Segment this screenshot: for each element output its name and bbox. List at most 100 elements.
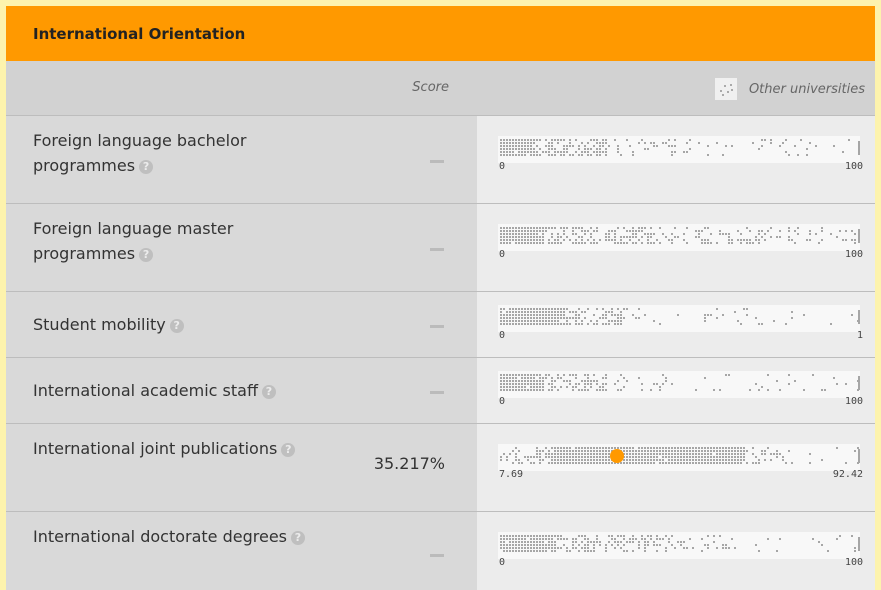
help-icon[interactable]: ? bbox=[291, 531, 305, 545]
university-dot bbox=[653, 320, 655, 322]
distribution-strip[interactable] bbox=[498, 371, 860, 398]
university-dot bbox=[779, 230, 781, 232]
university-dot bbox=[689, 139, 691, 141]
university-dot bbox=[587, 550, 589, 552]
university-dot bbox=[833, 145, 835, 147]
university-dot bbox=[617, 145, 619, 147]
university-dot bbox=[734, 453, 736, 455]
university-dot bbox=[806, 148, 808, 150]
university-dot bbox=[566, 453, 568, 455]
university-dot bbox=[590, 550, 592, 552]
university-dot bbox=[563, 538, 565, 540]
distribution-strip[interactable] bbox=[498, 224, 860, 251]
university-dot bbox=[731, 456, 733, 458]
university-dot bbox=[596, 462, 598, 464]
university-dot bbox=[698, 447, 700, 449]
university-dot bbox=[680, 453, 682, 455]
distribution-strip[interactable] bbox=[498, 532, 860, 559]
university-dot bbox=[623, 308, 625, 310]
university-dot bbox=[695, 456, 697, 458]
help-icon[interactable]: ? bbox=[261, 385, 276, 399]
university-dot bbox=[632, 447, 634, 449]
distribution-strip[interactable] bbox=[498, 444, 860, 471]
range-end-marker bbox=[858, 229, 860, 243]
university-dot bbox=[563, 148, 565, 150]
help-icon[interactable]: ? bbox=[169, 319, 184, 333]
university-dot bbox=[530, 456, 532, 458]
university-dot bbox=[683, 456, 685, 458]
university-dot bbox=[668, 139, 670, 141]
university-dot bbox=[566, 447, 568, 449]
university-dot bbox=[656, 145, 658, 147]
university-dot bbox=[506, 459, 508, 461]
university-dot bbox=[518, 227, 520, 229]
help-icon[interactable]: ? bbox=[139, 248, 154, 262]
university-dot bbox=[509, 389, 511, 391]
university-dot bbox=[557, 377, 559, 379]
university-dot bbox=[542, 151, 544, 153]
university-dot bbox=[587, 447, 589, 449]
university-dot bbox=[572, 450, 574, 452]
university-dot bbox=[692, 450, 694, 452]
university-dot bbox=[698, 236, 700, 238]
university-dot bbox=[542, 239, 544, 241]
university-dot bbox=[572, 462, 574, 464]
university-dot bbox=[710, 456, 712, 458]
university-dot bbox=[779, 236, 781, 238]
university-dot bbox=[665, 450, 667, 452]
university-dot bbox=[725, 145, 727, 147]
university-dot bbox=[563, 151, 565, 153]
university-dot bbox=[599, 148, 601, 150]
no-score-dash bbox=[430, 553, 444, 557]
university-dot bbox=[542, 320, 544, 322]
distribution-strip[interactable] bbox=[498, 136, 860, 163]
university-dot bbox=[500, 154, 502, 156]
university-dot bbox=[551, 311, 553, 313]
university-dot bbox=[674, 227, 676, 229]
university-dot bbox=[674, 456, 676, 458]
university-dot bbox=[629, 462, 631, 464]
university-dot bbox=[701, 450, 703, 452]
university-dot bbox=[611, 320, 613, 322]
university-dot bbox=[710, 462, 712, 464]
university-dot bbox=[536, 314, 538, 316]
university-dot bbox=[614, 538, 616, 540]
university-dot bbox=[644, 547, 646, 549]
university-dot bbox=[695, 459, 697, 461]
help-icon[interactable]: ? bbox=[139, 160, 154, 174]
university-dot bbox=[509, 544, 511, 546]
university-dot bbox=[746, 242, 748, 244]
university-dot bbox=[680, 462, 682, 464]
university-dot bbox=[518, 380, 520, 382]
university-dot bbox=[509, 154, 511, 156]
university-dot bbox=[545, 374, 547, 376]
university-dot bbox=[716, 317, 718, 319]
university-dot bbox=[620, 314, 622, 316]
university-dot bbox=[572, 154, 574, 156]
university-dot bbox=[533, 550, 535, 552]
university-dot bbox=[662, 459, 664, 461]
university-dot bbox=[575, 459, 577, 461]
university-dot bbox=[536, 550, 538, 552]
university-dot bbox=[596, 142, 598, 144]
university-dot bbox=[605, 142, 607, 144]
university-dot bbox=[845, 383, 847, 385]
axis-max-label: 92.42 bbox=[832, 469, 863, 480]
university-dot bbox=[545, 230, 547, 232]
university-dot bbox=[518, 541, 520, 543]
help-icon[interactable]: ? bbox=[281, 443, 296, 457]
university-dot bbox=[551, 314, 553, 316]
university-dot bbox=[605, 233, 607, 235]
university-dot bbox=[539, 450, 541, 452]
university-dot bbox=[503, 227, 505, 229]
indicator-label-text: International doctorate degrees bbox=[33, 527, 287, 546]
university-dot bbox=[554, 154, 556, 156]
university-dot bbox=[533, 456, 535, 458]
university-dot bbox=[563, 233, 565, 235]
university-dot bbox=[599, 154, 601, 156]
university-dot bbox=[746, 227, 748, 229]
university-dot bbox=[515, 544, 517, 546]
distribution-strip[interactable] bbox=[498, 305, 860, 332]
university-dot bbox=[593, 550, 595, 552]
university-dot bbox=[512, 227, 514, 229]
